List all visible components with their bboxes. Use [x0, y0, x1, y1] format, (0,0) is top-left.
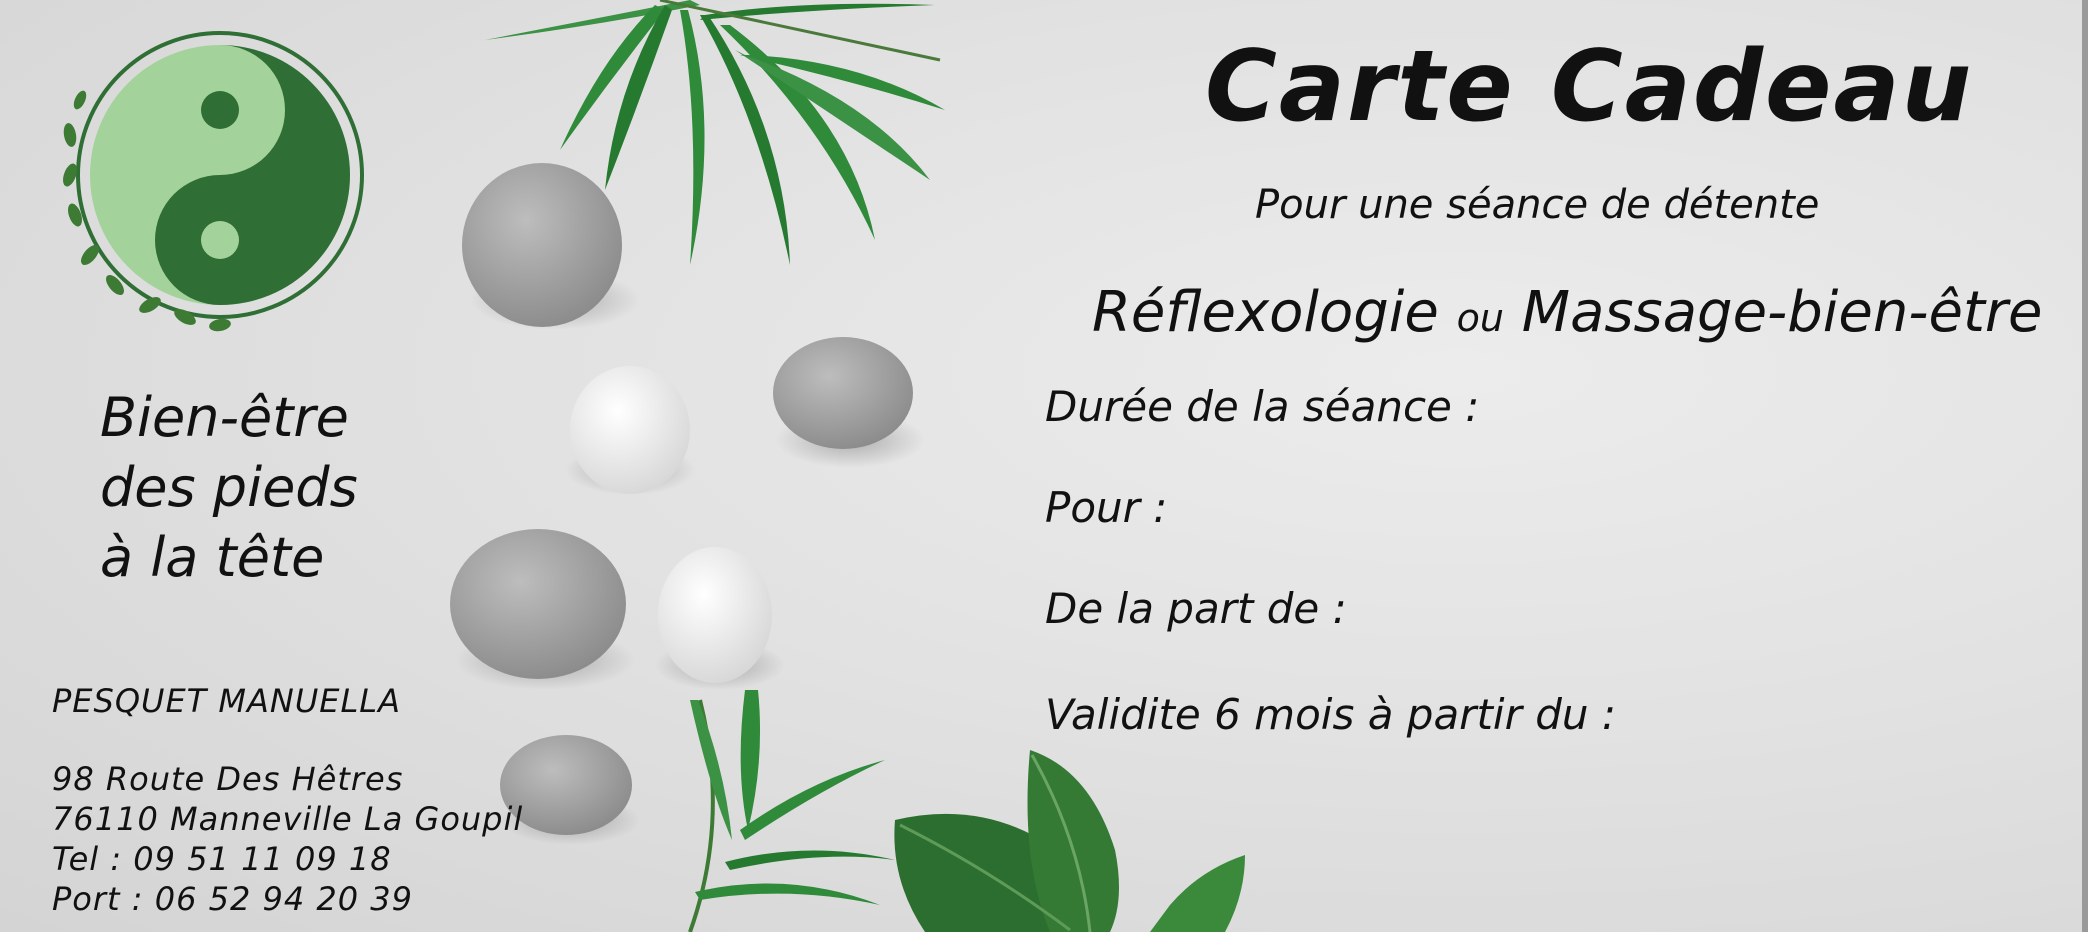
stone [658, 547, 772, 683]
bamboo-leaf [695, 883, 880, 905]
bamboo-leaf [725, 850, 895, 870]
bamboo-leaf [720, 25, 875, 240]
contact-city: 76110 Manneville La Goupil [52, 800, 524, 838]
slogan-line-1: Bien-être [100, 386, 349, 449]
gift-card: Carte Cadeau Pour une séance de détente … [0, 0, 2088, 932]
field-sender: De la part de : [1045, 584, 1347, 633]
service-connector: ou [1456, 296, 1504, 340]
zen-stones [450, 163, 925, 845]
leaf [1027, 750, 1119, 932]
yin-yang-logo [63, 31, 364, 332]
contact-tel: Tel : 09 51 11 09 18 [52, 840, 392, 878]
field-validity: Validite 6 mois à partir du : [1045, 690, 1616, 739]
bamboo-leaf [700, 15, 790, 265]
stone [450, 529, 626, 679]
green-leaves [894, 750, 1245, 932]
stone [570, 366, 690, 494]
service-reflexology: Réflexologie [1092, 280, 1439, 345]
services-line: Réflexologie ou Massage-bien-être [1092, 280, 2042, 345]
leaf [1150, 855, 1245, 932]
slogan-line-2: des pieds [100, 456, 358, 519]
card-title: Carte Cadeau [1205, 30, 1974, 144]
bamboo-leaf [740, 690, 761, 830]
card-subtitle: Pour une séance de détente [1255, 182, 1820, 228]
field-recipient: Pour : [1045, 483, 1168, 532]
service-massage: Massage-bien-être [1521, 280, 2043, 345]
stone [773, 337, 913, 449]
bamboo-leaves-bottom [688, 690, 895, 932]
contact-port: Port : 06 52 94 20 39 [52, 880, 413, 918]
contact-street: 98 Route Des Hêtres [52, 760, 404, 798]
slogan-line-3: à la tête [100, 526, 325, 589]
contact-name: PESQUET MANUELLA [52, 682, 401, 720]
bamboo-leaf [740, 760, 885, 840]
field-duration: Durée de la séance : [1045, 382, 1480, 431]
bamboo-leaf [680, 10, 705, 265]
stone [462, 163, 622, 327]
